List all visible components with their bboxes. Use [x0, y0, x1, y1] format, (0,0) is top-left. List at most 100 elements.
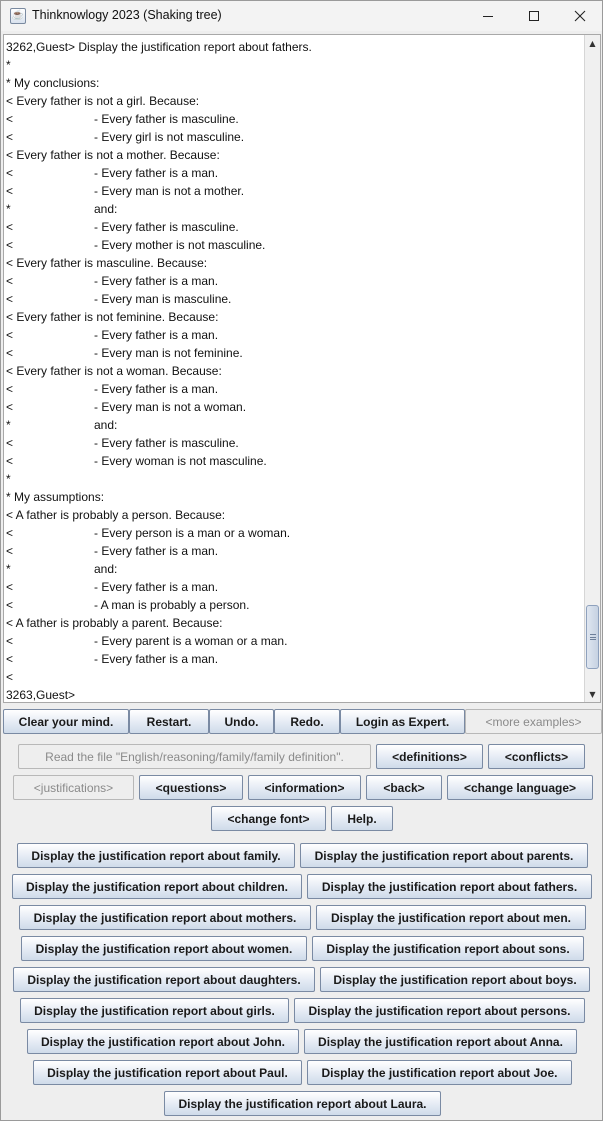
output-line-detail: - Every parent is a woman or a man.: [94, 634, 288, 648]
conversation-log: 3262,Guest> Display the justification re…: [6, 38, 584, 702]
output-line: < - Every person is a man or a woman.: [6, 524, 584, 542]
output-line-text: < Every father is not a mother. Because:: [6, 148, 220, 162]
output-line: *: [6, 470, 584, 488]
change-font-button[interactable]: <change font>: [211, 806, 326, 831]
output-line: < - Every mother is not masculine.: [6, 236, 584, 254]
report-mothers-button[interactable]: Display the justification report about m…: [19, 905, 311, 930]
scrollbar-thumb[interactable]: [586, 605, 599, 669]
output-line-text: <: [6, 238, 14, 252]
output-line-text: <: [6, 166, 14, 180]
grip-icon: [590, 634, 596, 640]
redo-button[interactable]: Redo.: [274, 709, 340, 734]
output-line-detail: - Every father is a man.: [94, 166, 219, 180]
report-sons-button[interactable]: Display the justification report about s…: [312, 936, 584, 961]
output-line-detail: - Every father is masculine.: [94, 220, 239, 234]
output-line-detail: and:: [94, 562, 118, 576]
output-line-text: *: [6, 562, 11, 576]
vertical-scrollbar[interactable]: ▲ ▼: [584, 35, 600, 702]
report-paul-button[interactable]: Display the justification report about P…: [33, 1060, 302, 1085]
read-file-button[interactable]: Read the file "English/reasoning/family/…: [18, 744, 371, 769]
output-line-text: * My assumptions:: [6, 490, 105, 504]
output-line: * My assumptions:: [6, 488, 584, 506]
scroll-down-arrow-icon[interactable]: ▼: [585, 686, 600, 702]
output-line: < A father is probably a parent. Because…: [6, 614, 584, 632]
report-family-button[interactable]: Display the justification report about f…: [17, 843, 295, 868]
report-parents-button[interactable]: Display the justification report about p…: [300, 843, 588, 868]
output-line-text: *: [6, 202, 11, 216]
clear-mind-button[interactable]: Clear your mind.: [3, 709, 129, 734]
report-fathers-button[interactable]: Display the justification report about f…: [307, 874, 592, 899]
output-line-detail: - Every father is a man.: [94, 652, 219, 666]
help-button[interactable]: Help.: [331, 806, 393, 831]
output-line-detail: and:: [94, 418, 118, 432]
justifications-button[interactable]: <justifications>: [13, 775, 134, 800]
output-line-detail: - Every girl is not masculine.: [94, 130, 245, 144]
maximize-button[interactable]: [511, 1, 557, 31]
output-line-detail: and:: [94, 202, 118, 216]
output-line-text: <: [6, 544, 14, 558]
report-men-button[interactable]: Display the justification report about m…: [316, 905, 586, 930]
report-children-button[interactable]: Display the justification report about c…: [12, 874, 302, 899]
scroll-up-arrow-icon[interactable]: ▲: [585, 35, 600, 51]
report-laura-button[interactable]: Display the justification report about L…: [164, 1091, 441, 1116]
report-women-button[interactable]: Display the justification report about w…: [21, 936, 307, 961]
output-line-text: < Every father is not feminine. Because:: [6, 310, 219, 324]
output-line-text: *: [6, 472, 11, 486]
report-persons-button[interactable]: Display the justification report about p…: [294, 998, 585, 1023]
output-line-text: <: [6, 220, 14, 234]
output-line: < Every father is not a mother. Because:: [6, 146, 584, 164]
output-line-text: <: [6, 328, 14, 342]
output-line: < Every father is masculine. Because:: [6, 254, 584, 272]
close-button[interactable]: [557, 1, 603, 31]
output-line-text: 3263,Guest>: [6, 688, 76, 702]
output-line: * and:: [6, 560, 584, 578]
output-line-text: <: [6, 274, 14, 288]
restart-button[interactable]: Restart.: [129, 709, 209, 734]
output-line-text: <: [6, 526, 14, 540]
report-boys-button[interactable]: Display the justification report about b…: [320, 967, 590, 992]
change-language-button[interactable]: <change language>: [447, 775, 593, 800]
output-line-text: <: [6, 580, 14, 594]
output-line-text: < A father is probably a person. Because…: [6, 508, 226, 522]
report-joe-button[interactable]: Display the justification report about J…: [307, 1060, 572, 1085]
questions-button[interactable]: <questions>: [139, 775, 243, 800]
report-daughters-button[interactable]: Display the justification report about d…: [13, 967, 315, 992]
output-text-area[interactable]: 3262,Guest> Display the justification re…: [3, 34, 601, 703]
output-line: <: [6, 668, 584, 686]
report-anna-button[interactable]: Display the justification report about A…: [304, 1029, 577, 1054]
login-expert-button[interactable]: Login as Expert.: [340, 709, 465, 734]
output-line-text: < A father is probably a parent. Because…: [6, 616, 223, 630]
output-line: * and:: [6, 416, 584, 434]
output-line-text: <: [6, 382, 14, 396]
output-line: * and:: [6, 200, 584, 218]
output-line: < - Every father is a man.: [6, 650, 584, 668]
output-line-detail: - Every man is not a woman.: [94, 400, 247, 414]
output-line-detail: - Every father is masculine.: [94, 112, 239, 126]
output-line: 3263,Guest>: [6, 686, 584, 702]
output-line-text: <: [6, 634, 14, 648]
minimize-button[interactable]: [465, 1, 511, 31]
output-line: < A father is probably a person. Because…: [6, 506, 584, 524]
definitions-button[interactable]: <definitions>: [376, 744, 483, 769]
output-line: < Every father is not feminine. Because:: [6, 308, 584, 326]
output-line-text: <: [6, 346, 14, 360]
report-john-button[interactable]: Display the justification report about J…: [27, 1029, 299, 1054]
output-line: < - Every father is a man.: [6, 380, 584, 398]
output-line-text: <: [6, 454, 14, 468]
output-line-text: <: [6, 400, 14, 414]
undo-button[interactable]: Undo.: [209, 709, 274, 734]
app-window: ☕ Thinknowlogy 2023 (Shaking tree) 3262,…: [0, 0, 603, 1121]
conflicts-button[interactable]: <conflicts>: [488, 744, 585, 769]
more-examples-button[interactable]: <more examples>: [465, 709, 602, 734]
output-line: *: [6, 56, 584, 74]
information-button[interactable]: <information>: [248, 775, 361, 800]
output-line: < - Every father is a man.: [6, 326, 584, 344]
output-line-detail: - Every woman is not masculine.: [94, 454, 267, 468]
output-line: < - Every father is a man.: [6, 164, 584, 182]
back-button[interactable]: <back>: [366, 775, 442, 800]
report-girls-button[interactable]: Display the justification report about g…: [20, 998, 289, 1023]
output-line: < - Every father is masculine.: [6, 110, 584, 128]
output-line: * My conclusions:: [6, 74, 584, 92]
title-bar[interactable]: ☕ Thinknowlogy 2023 (Shaking tree): [1, 1, 602, 31]
close-icon: [574, 10, 586, 22]
